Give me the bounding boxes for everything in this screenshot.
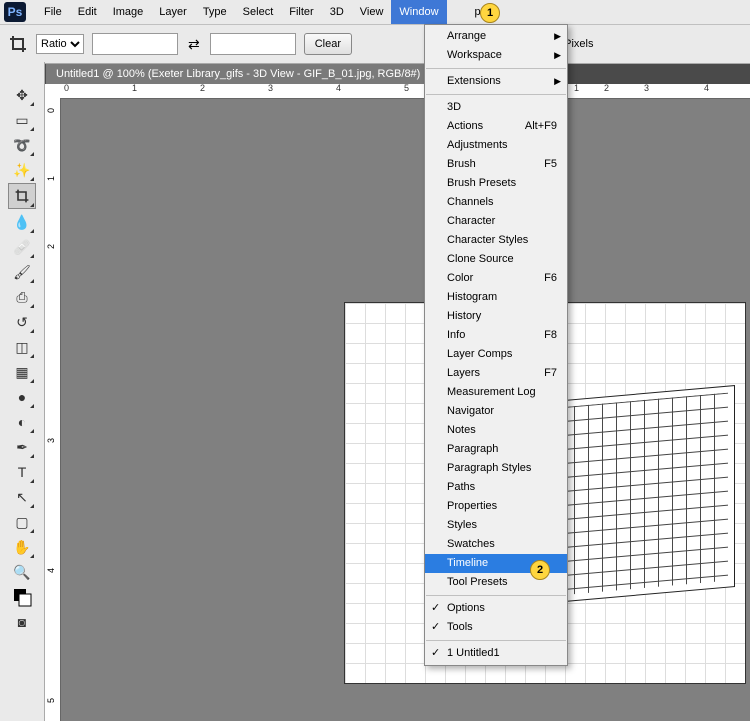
magic-wand-tool[interactable]: ✨ [9,158,35,182]
menu-item-character[interactable]: Character [425,212,567,231]
quick-mask-toggle[interactable]: ◙ [9,610,35,634]
building-illustration [553,385,735,603]
menu-item-brush-presets[interactable]: Brush Presets [425,174,567,193]
menu-item-arrange[interactable]: Arrange▶ [425,27,567,46]
menu-image[interactable]: Image [105,0,152,24]
menu-item-options[interactable]: Options✓ [425,599,567,618]
swap-dimensions-icon[interactable]: ⇄ [186,36,202,53]
check-icon: ✓ [431,644,440,663]
menu-item-notes[interactable]: Notes [425,421,567,440]
menu-edit[interactable]: Edit [70,0,105,24]
path-selection-tool[interactable]: ↖ [9,485,35,509]
menu-view[interactable]: View [352,0,392,24]
lasso-tool[interactable]: ➰ [9,133,35,157]
menu-3d[interactable]: 3D [322,0,352,24]
crop-height-input[interactable] [210,33,296,55]
vertical-ruler: 0 1 2 3 4 5 [44,98,61,721]
move-tool[interactable]: ✥ [9,83,35,107]
gradient-tool[interactable]: ▦ [9,360,35,384]
clear-button[interactable]: Clear [304,33,352,55]
menu-item-histogram[interactable]: Histogram [425,288,567,307]
app-logo: Ps [4,2,26,22]
menu-item-1-untitled1[interactable]: 1 Untitled1✓ [425,644,567,663]
menu-type[interactable]: Type [195,0,235,24]
menu-item-layer-comps[interactable]: Layer Comps [425,345,567,364]
toolbox: ✥ ▭ ➰ ✨ 💧 🩹 🖌 ⎙ ↺ ◫ ▦ ● ◐ ✒ T ↖ ▢ ✋ 🔍 ◙ [0,62,45,721]
crop-tool-icon[interactable] [8,34,28,54]
check-icon: ✓ [431,599,440,618]
menu-item-info[interactable]: InfoF8 [425,326,567,345]
menu-filter[interactable]: Filter [281,0,321,24]
zoom-tool[interactable]: 🔍 [9,560,35,584]
menu-item-navigator[interactable]: Navigator [425,402,567,421]
menu-item-paragraph-styles[interactable]: Paragraph Styles [425,459,567,478]
ratio-select[interactable]: Ratio [36,34,84,54]
options-bar: Ratio ⇄ Clear Delete Cropped Pixels [0,25,750,64]
type-tool[interactable]: T [9,460,35,484]
submenu-arrow-icon: ▶ [554,72,561,91]
menu-window[interactable]: Window [391,0,446,24]
crop-tool[interactable] [8,183,36,209]
submenu-arrow-icon: ▶ [554,46,561,65]
horizontal-ruler: 0 1 2 3 4 5 1 2 3 4 [44,82,750,99]
menu-item-clone-source[interactable]: Clone Source [425,250,567,269]
menu-item-history[interactable]: History [425,307,567,326]
menu-item-workspace[interactable]: Workspace▶ [425,46,567,65]
menu-separator [426,94,566,95]
canvas-area: 0 1 2 3 4 5 1 2 3 4 0 1 2 3 4 5 [44,82,750,721]
menu-item-channels[interactable]: Channels [425,193,567,212]
marquee-tool[interactable]: ▭ [9,108,35,132]
history-brush-tool[interactable]: ↺ [9,310,35,334]
annotation-badge-1: 1 [480,3,500,23]
brush-tool[interactable]: 🖌 [9,260,35,284]
menu-separator [426,68,566,69]
menu-separator [426,595,566,596]
menu-separator [426,640,566,641]
crop-width-input[interactable] [92,33,178,55]
menubar: Ps File Edit Image Layer Type Select Fil… [0,0,750,25]
check-icon: ✓ [431,618,440,637]
menu-item-measurement-log[interactable]: Measurement Log [425,383,567,402]
document-tab[interactable]: Untitled1 @ 100% (Exeter Library_gifs - … [46,64,431,84]
submenu-arrow-icon: ▶ [554,27,561,46]
menu-item-extensions[interactable]: Extensions▶ [425,72,567,91]
menu-item-paragraph[interactable]: Paragraph [425,440,567,459]
hand-tool[interactable]: ✋ [9,535,35,559]
menu-item-swatches[interactable]: Swatches [425,535,567,554]
menu-item-3d[interactable]: 3D [425,98,567,117]
clone-stamp-tool[interactable]: ⎙ [9,285,35,309]
healing-brush-tool[interactable]: 🩹 [9,235,35,259]
menu-item-tools[interactable]: Tools✓ [425,618,567,637]
menu-item-actions[interactable]: ActionsAlt+F9 [425,117,567,136]
menu-layer[interactable]: Layer [151,0,195,24]
menu-item-brush[interactable]: BrushF5 [425,155,567,174]
menu-item-color[interactable]: ColorF6 [425,269,567,288]
menu-item-styles[interactable]: Styles [425,516,567,535]
menu-file[interactable]: File [36,0,70,24]
menu-item-layers[interactable]: LayersF7 [425,364,567,383]
foreground-background-colors[interactable] [9,585,35,609]
menu-item-properties[interactable]: Properties [425,497,567,516]
pen-tool[interactable]: ✒ [9,435,35,459]
menu-item-paths[interactable]: Paths [425,478,567,497]
menu-item-adjustments[interactable]: Adjustments [425,136,567,155]
shape-tool[interactable]: ▢ [9,510,35,534]
menu-item-character-styles[interactable]: Character Styles [425,231,567,250]
blur-tool[interactable]: ● [9,385,35,409]
document-tab-bar: Untitled1 @ 100% (Exeter Library_gifs - … [0,64,750,84]
eraser-tool[interactable]: ◫ [9,335,35,359]
menu-select[interactable]: Select [235,0,282,24]
annotation-badge-2: 2 [530,560,550,580]
eyedropper-tool[interactable]: 💧 [9,210,35,234]
dodge-tool[interactable]: ◐ [9,410,35,434]
